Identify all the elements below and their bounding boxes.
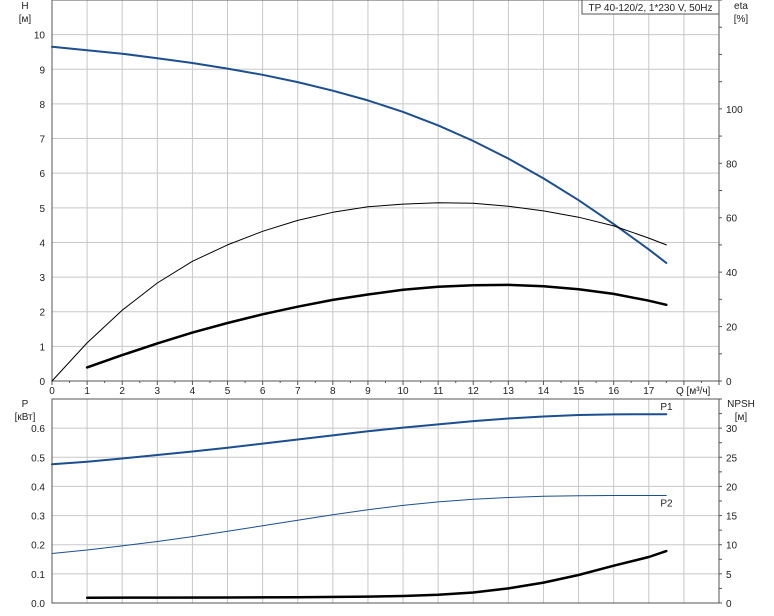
power-npsh-panel: 0.0 0.1 0.2 0.3 0.4 0.5 0.6 0 5 10 15 20 25 30 P [кВт] N…: [15, 398, 755, 610]
series-line-0: [51, 45, 668, 264]
series-line-1: [51, 202, 667, 382]
x-tick-label: 10: [397, 386, 409, 397]
head-efficiency-panel: 012345678910020406080100H[м]eta[%]0 1 2 3 4 5…: [19, 0, 749, 397]
x-tick-label: 0: [49, 386, 55, 397]
chart-svg: 012345678910020406080100H[м]eta[%]0 1 2 3 4 5…: [15, 0, 755, 610]
y-left-tick-label: 0.5: [31, 453, 45, 464]
y-left-tick-label: 8: [39, 100, 45, 111]
y-left-tick-label: 0.0: [31, 599, 45, 610]
x-tick-label: 6: [260, 386, 266, 397]
chart-title: TP 40-120/2, 1*230 V, 50Hz: [589, 3, 713, 14]
y-right-tick-label: 10: [726, 541, 738, 552]
x-tick-label: 8: [330, 386, 336, 397]
y-right-tick-label: 40: [726, 268, 738, 279]
x-axis-label: Q [м³/ч]: [676, 386, 711, 397]
x-tick-label: 11: [433, 386, 444, 397]
y-right-tick-label: 0: [726, 599, 732, 610]
y-left-tick-label: 0.3: [31, 512, 45, 523]
series-label-p2: P2: [660, 498, 673, 509]
series-line-p1: [51, 413, 668, 466]
x-tick-label: 16: [608, 386, 620, 397]
y-right-tick-label: 15: [726, 512, 738, 523]
y-left-tick-label: 10: [34, 31, 46, 42]
x-tick-label: 5: [225, 386, 231, 397]
x-tick-label: 2: [119, 386, 125, 397]
x-tick-label: 7: [295, 386, 301, 397]
x-tick-label: 12: [468, 386, 480, 397]
x-tick-label: 13: [503, 386, 515, 397]
y-right-tick-label: 100: [726, 105, 743, 116]
y-left-tick-label: 0: [39, 377, 45, 388]
x-tick-label: 14: [538, 386, 550, 397]
pump-curve-chart: 0 1 2 3 4 5 6 7 8 9 10 0 20 40 60 80 100 H [м] eta [%] 0 1 2 3 4 5…: [0, 0, 774, 611]
y-right-tick-label: 25: [726, 453, 738, 464]
y-left-tick-label: 1: [39, 342, 45, 353]
y-right-tick-label: 20: [726, 323, 738, 334]
y-right-axis-label: eta: [734, 1, 748, 12]
y-right-tick-label: 30: [726, 424, 738, 435]
y-left-tick-label: 4: [39, 238, 45, 249]
x-tick-label: 3: [155, 386, 161, 397]
y-left-tick-label: 5: [39, 204, 45, 215]
x-tick-label: 1: [84, 386, 90, 397]
y-left-tick-label: 0.4: [31, 482, 45, 493]
y-right-axis-label: NPSH: [727, 399, 755, 410]
y-right-tick-label: 0: [726, 377, 732, 388]
y-left-tick-label: 0.1: [31, 570, 45, 581]
y-right-tick-label: 5: [726, 570, 732, 581]
x-tick-label: 9: [365, 386, 371, 397]
y-left-axis-unit: [м]: [19, 14, 32, 25]
y-left-tick-label: 3: [39, 273, 45, 284]
y-left-tick-label: 6: [39, 169, 45, 180]
series-line-2: [85, 283, 668, 369]
x-tick-label: 17: [643, 386, 655, 397]
y-right-tick-label: 80: [726, 159, 738, 170]
y-left-tick-label: 0.6: [31, 424, 45, 435]
y-right-tick-label: 20: [726, 482, 738, 493]
series-line-2: [85, 549, 668, 600]
y-right-axis-unit: [м]: [735, 412, 748, 423]
y-left-tick-label: 2: [39, 308, 45, 319]
y-left-tick-label: 0.2: [31, 541, 45, 552]
series-label-p1: P1: [660, 402, 673, 413]
y-left-axis-label: P: [22, 399, 29, 410]
y-right-tick-label: 60: [726, 214, 738, 225]
y-left-axis-label: H: [21, 1, 28, 12]
x-tick-label: 15: [573, 386, 585, 397]
y-left-tick-label: 7: [39, 135, 45, 146]
y-right-axis-unit: [%]: [734, 14, 749, 25]
x-tick-label: 4: [190, 386, 196, 397]
y-left-tick-label: 9: [39, 65, 45, 76]
y-left-axis-unit: [кВт]: [15, 412, 36, 423]
